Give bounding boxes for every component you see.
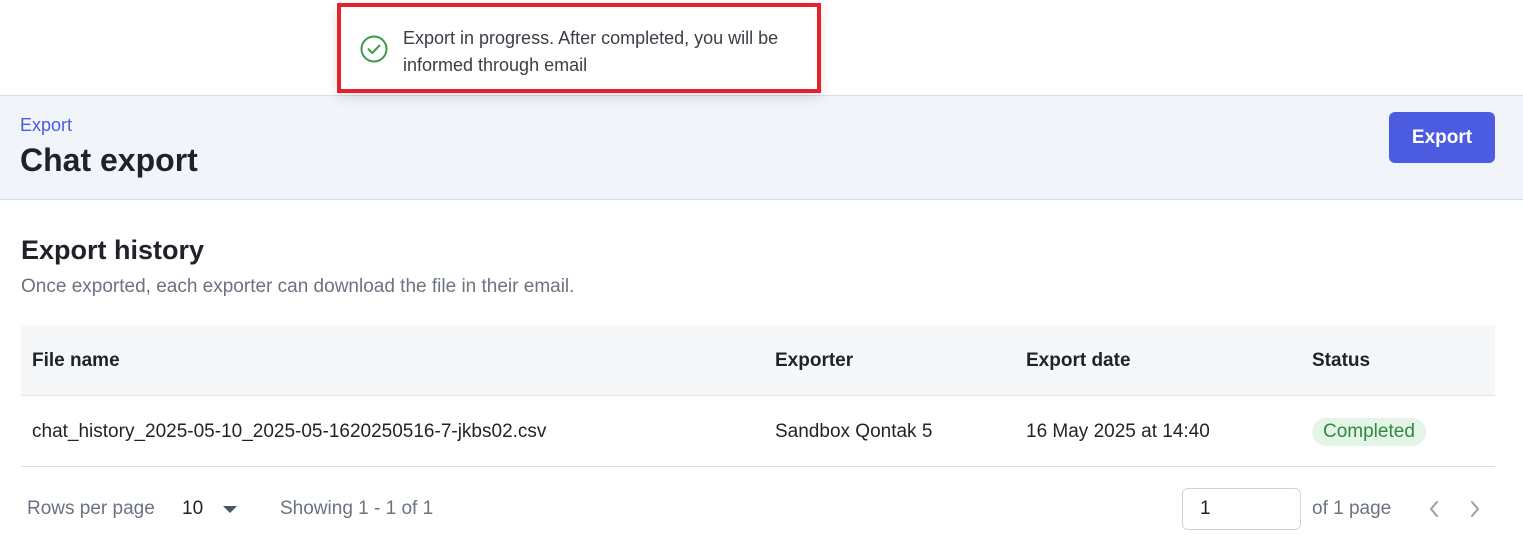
- table-row[interactable]: chat_history_2025-05-10_2025-05-16202505…: [21, 396, 1495, 467]
- caret-down-icon: [223, 505, 238, 513]
- chevron-left-icon[interactable]: [1421, 495, 1447, 523]
- rows-per-page-value: 10: [182, 498, 204, 519]
- export-button[interactable]: Export: [1389, 112, 1495, 163]
- export-date-cell: 16 May 2025 at 14:40: [1026, 420, 1210, 442]
- status-badge: Completed: [1312, 417, 1426, 446]
- rows-per-page-label: Rows per page: [27, 498, 155, 519]
- column-header-export-date: Export date: [1026, 349, 1131, 371]
- chevron-right-icon[interactable]: [1462, 495, 1488, 523]
- page-title: Chat export: [20, 142, 198, 178]
- exporter-cell: Sandbox Qontak 5: [775, 420, 933, 442]
- page-header: Export Chat export Export: [0, 96, 1523, 200]
- column-header-status: Status: [1312, 349, 1371, 371]
- column-header-file-name: File name: [32, 349, 120, 371]
- export-toast: Export in progress. After completed, you…: [337, 3, 821, 93]
- column-header-exporter: Exporter: [775, 349, 854, 371]
- export-history-description: Once exported, each exporter can downloa…: [21, 276, 575, 297]
- total-pages-label: of 1 page: [1312, 498, 1392, 519]
- export-history-title: Export history: [21, 235, 205, 265]
- table-header: File name Exporter Export date Status: [21, 325, 1495, 396]
- showing-range: Showing 1 - 1 of 1: [280, 498, 434, 519]
- check-circle-icon: [359, 34, 389, 64]
- toast-message: Export in progress. After completed, you…: [403, 28, 779, 75]
- file-name-cell: chat_history_2025-05-10_2025-05-16202505…: [32, 420, 547, 442]
- export-history-table: File name Exporter Export date Status ch…: [21, 325, 1495, 467]
- pagination: Rows per page 10 Showing 1 - 1 of 1 of 1…: [0, 485, 1523, 535]
- page-number-input[interactable]: [1182, 488, 1301, 530]
- rows-per-page-select[interactable]: 10: [182, 498, 238, 520]
- breadcrumb-export[interactable]: Export: [20, 115, 72, 136]
- status-cell: Completed: [1312, 396, 1426, 467]
